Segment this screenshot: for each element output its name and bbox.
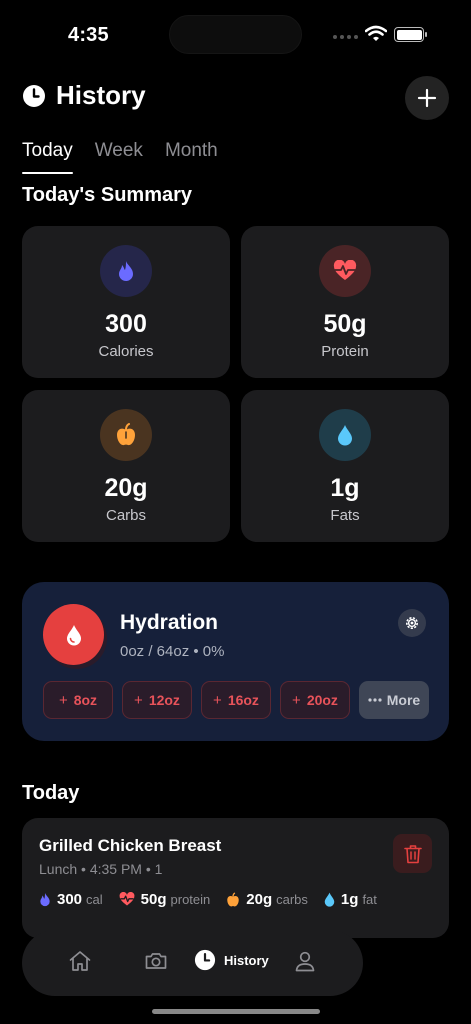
macro-calories-unit: cal <box>86 892 103 907</box>
macro-fat-value: 1g <box>340 891 359 908</box>
calories-icon-badge <box>100 245 152 297</box>
add-entry-button[interactable] <box>405 76 449 120</box>
gear-icon <box>406 617 418 629</box>
fats-value: 1g <box>330 474 360 502</box>
add-8oz-button[interactable]: +8oz <box>43 681 113 719</box>
apple-icon <box>227 891 239 906</box>
fats-icon-badge <box>319 409 371 461</box>
macro-fat-unit: fat <box>362 892 377 907</box>
plus-icon: + <box>292 691 301 709</box>
delete-meal-button[interactable] <box>393 834 432 873</box>
plus-icon: + <box>213 691 222 709</box>
clock-icon <box>194 949 216 971</box>
wifi-icon <box>365 25 387 41</box>
plus-icon <box>417 88 437 108</box>
add-16oz-label: 16oz <box>227 692 259 708</box>
carbs-value: 20g <box>104 474 148 502</box>
tab-home[interactable] <box>68 949 92 973</box>
add-16oz-button[interactable]: +16oz <box>201 681 271 719</box>
meal-name: Grilled Chicken Breast <box>39 836 222 855</box>
drop-icon <box>338 425 352 446</box>
quick-add-row: +8oz +12oz +16oz +20oz More <box>43 681 429 719</box>
fats-card: 1g Fats <box>241 390 449 542</box>
drop-icon <box>324 892 335 907</box>
period-tabs: Today Week Month <box>22 140 218 174</box>
protein-label: Protein <box>321 343 369 360</box>
water-drop-icon <box>66 624 81 645</box>
meal-macros: 300 cal 50g protein 20g carbs 1g fat <box>39 891 393 908</box>
clock-icon <box>23 85 45 107</box>
meal-meta: Lunch • 4:35 PM • 1 <box>39 861 163 877</box>
heart-pulse-icon <box>119 892 135 906</box>
dynamic-island <box>169 15 302 54</box>
person-icon <box>295 951 315 972</box>
tab-history[interactable]: History <box>194 949 269 971</box>
calories-label: Calories <box>98 343 154 360</box>
status-bar: 4:35 <box>0 0 471 70</box>
flame-icon <box>40 892 50 907</box>
protein-value: 50g <box>323 310 367 338</box>
home-indicator[interactable] <box>152 1009 320 1014</box>
tab-month[interactable]: Month <box>165 140 218 174</box>
battery-icon <box>394 27 427 42</box>
flame-icon <box>119 261 133 281</box>
macro-protein-value: 50g <box>140 891 167 908</box>
macro-calories-value: 300 <box>57 891 83 908</box>
carbs-label: Carbs <box>105 507 146 524</box>
fats-label: Fats <box>330 507 360 524</box>
ellipsis-icon <box>368 698 382 702</box>
status-time: 4:35 <box>68 24 109 46</box>
macro-protein-unit: protein <box>170 892 211 907</box>
tab-week[interactable]: Week <box>95 140 143 174</box>
more-label: More <box>386 692 421 708</box>
add-12oz-button[interactable]: +12oz <box>122 681 192 719</box>
macro-calories: 300 cal <box>39 891 103 908</box>
hydration-progress-text: 0oz / 64oz • 0% <box>120 643 225 660</box>
carbs-card: 20g Carbs <box>22 390 230 542</box>
macro-carbs: 20g carbs <box>226 891 308 908</box>
trash-icon <box>403 844 422 863</box>
more-button[interactable]: More <box>359 681 429 719</box>
heart-pulse-icon <box>333 260 357 280</box>
add-20oz-button[interactable]: +20oz <box>280 681 350 719</box>
page-title: History <box>56 80 146 110</box>
macro-protein: 50g protein <box>119 891 211 908</box>
cellular-signal-icon <box>333 35 358 39</box>
hydration-title: Hydration <box>120 611 219 634</box>
today-section-title: Today <box>22 782 80 804</box>
add-8oz-label: 8oz <box>73 692 98 708</box>
macro-fat: 1g fat <box>324 891 377 908</box>
tab-camera[interactable] <box>144 949 168 973</box>
add-12oz-label: 12oz <box>148 692 180 708</box>
plus-icon: + <box>58 691 68 709</box>
tab-profile[interactable] <box>293 949 317 973</box>
tab-history-label: History <box>224 952 269 968</box>
macro-carbs-unit: carbs <box>276 892 308 907</box>
camera-icon <box>145 953 167 969</box>
add-20oz-label: 20oz <box>306 692 338 708</box>
carbs-icon-badge <box>100 409 152 461</box>
hydration-progress-circle[interactable] <box>43 604 104 665</box>
protein-icon-badge <box>319 245 371 297</box>
calories-value: 300 <box>105 310 147 338</box>
summary-title: Today's Summary <box>22 184 192 206</box>
meal-card[interactable]: Grilled Chicken Breast Lunch • 4:35 PM •… <box>22 818 449 938</box>
tab-today[interactable]: Today <box>22 140 73 174</box>
home-icon <box>69 951 91 971</box>
hydration-settings-button[interactable] <box>398 609 426 637</box>
plus-icon: + <box>134 691 143 709</box>
macro-carbs-value: 20g <box>246 891 273 908</box>
calories-card: 300 Calories <box>22 226 230 378</box>
hydration-card: Hydration 0oz / 64oz • 0% +8oz +12oz +16… <box>22 582 449 741</box>
bottom-tab-bar: History <box>22 930 363 996</box>
header: History <box>22 76 449 120</box>
apple-icon <box>117 423 135 446</box>
protein-card: 50g Protein <box>241 226 449 378</box>
